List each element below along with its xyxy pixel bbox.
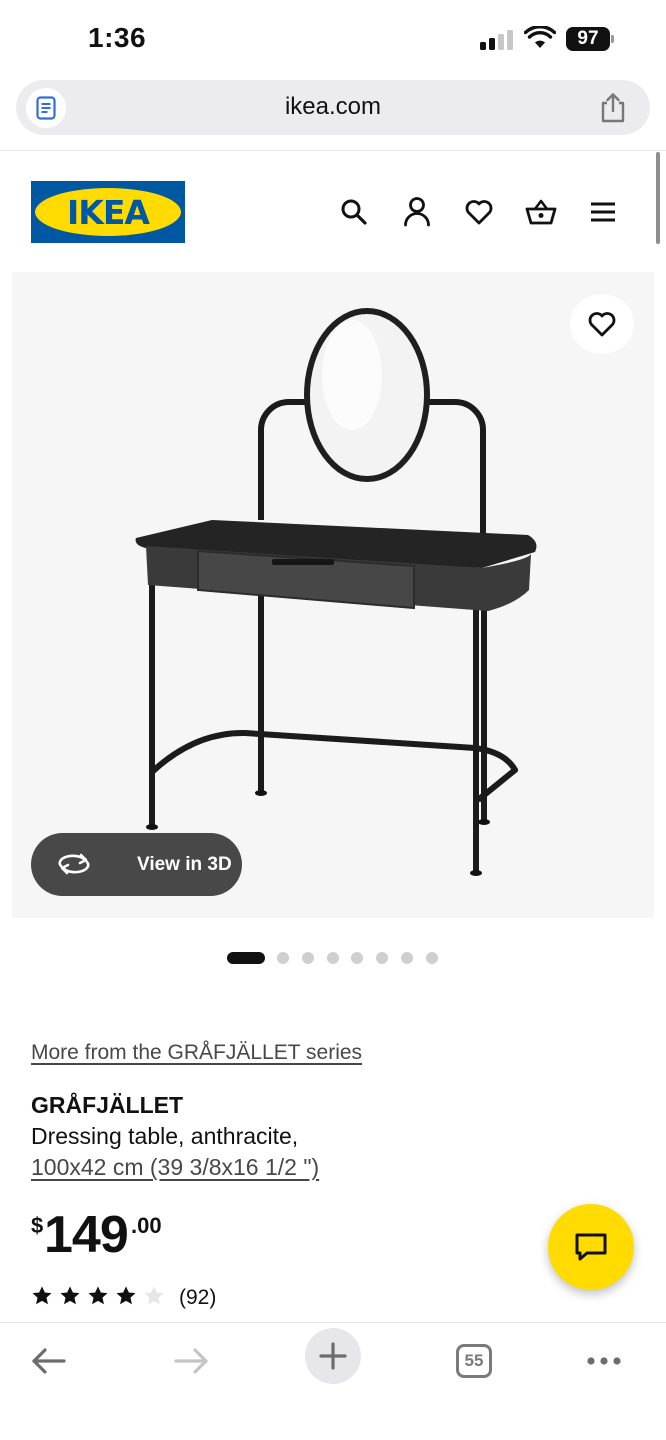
forward-arrow-icon <box>174 1348 208 1374</box>
carousel-dot[interactable] <box>376 952 388 964</box>
status-bar: 1:36 97 <box>0 0 666 78</box>
product-description: Dressing table, anthracite, <box>31 1123 299 1149</box>
star-filled-icon <box>116 1286 136 1305</box>
forward-button[interactable] <box>163 1333 219 1389</box>
carousel-dot[interactable] <box>401 952 413 964</box>
carousel-dot[interactable] <box>351 952 363 964</box>
account-icon <box>404 197 430 227</box>
status-time: 1:36 <box>88 22 147 53</box>
product-name: GRÅFJÄLLET <box>31 1092 184 1118</box>
review-count: (92) <box>179 1286 217 1309</box>
view-in-3d-label: View in 3D <box>137 854 232 875</box>
account-button[interactable] <box>401 195 433 229</box>
series-link[interactable]: More from the GRÅFJÄLLET series <box>31 1041 362 1065</box>
wifi-icon <box>524 26 556 48</box>
carousel-dot[interactable] <box>302 952 314 964</box>
back-button[interactable] <box>21 1333 77 1389</box>
share-icon[interactable] <box>598 92 628 124</box>
tabs-button[interactable]: 55 <box>446 1333 502 1389</box>
hamburger-menu-icon <box>591 202 615 222</box>
star-filled-icon <box>32 1286 52 1305</box>
heart-icon <box>588 312 616 337</box>
image-carousel-indicator[interactable] <box>0 950 666 966</box>
chat-button[interactable] <box>548 1204 634 1290</box>
battery-level: 97 <box>566 27 610 51</box>
scrollbar[interactable] <box>656 152 660 244</box>
heart-icon <box>465 200 493 225</box>
carousel-dot-active[interactable] <box>227 952 265 964</box>
carousel-dot[interactable] <box>277 952 289 964</box>
star-empty-icon <box>144 1286 164 1305</box>
favourites-button[interactable] <box>463 195 495 229</box>
price-currency: $ <box>31 1213 44 1238</box>
star-filled-icon <box>60 1286 80 1305</box>
view-in-3d-button[interactable]: View in 3D <box>31 833 242 896</box>
product-size-link[interactable]: 100x42 cm (39 3/8x16 1/2 ") <box>31 1154 319 1181</box>
browser-toolbar: 55 <box>0 1322 666 1440</box>
search-icon <box>341 199 367 225</box>
plus-icon <box>319 1342 347 1370</box>
add-to-favourites-button[interactable] <box>570 294 634 354</box>
carousel-dot[interactable] <box>426 952 438 964</box>
star-filled-icon <box>88 1286 108 1305</box>
address-bar[interactable]: ikea.com <box>16 80 650 135</box>
cellular-signal-icon <box>480 30 514 50</box>
basket-icon <box>525 199 557 225</box>
tab-count: 55 <box>456 1344 492 1378</box>
back-arrow-icon <box>32 1348 66 1374</box>
more-button[interactable] <box>576 1333 632 1389</box>
dressing-table-illustration <box>135 308 537 876</box>
logo-text: IKEA <box>67 193 150 232</box>
battery-indicator: 97 <box>566 27 614 51</box>
product-image[interactable] <box>12 272 654 918</box>
url-text[interactable]: ikea.com <box>16 93 650 121</box>
menu-button[interactable] <box>587 195 619 229</box>
carousel-dot[interactable] <box>327 952 339 964</box>
divider <box>0 150 666 151</box>
ikea-logo[interactable]: IKEA <box>31 181 185 243</box>
price-whole: 149 <box>44 1206 129 1264</box>
basket-button[interactable] <box>525 195 557 229</box>
more-dots-icon <box>587 1357 621 1365</box>
new-tab-button[interactable] <box>305 1328 361 1384</box>
search-button[interactable] <box>338 195 370 229</box>
rotate-3d-icon <box>58 853 90 875</box>
price-cents: .00 <box>131 1213 162 1238</box>
chat-icon <box>575 1233 607 1261</box>
